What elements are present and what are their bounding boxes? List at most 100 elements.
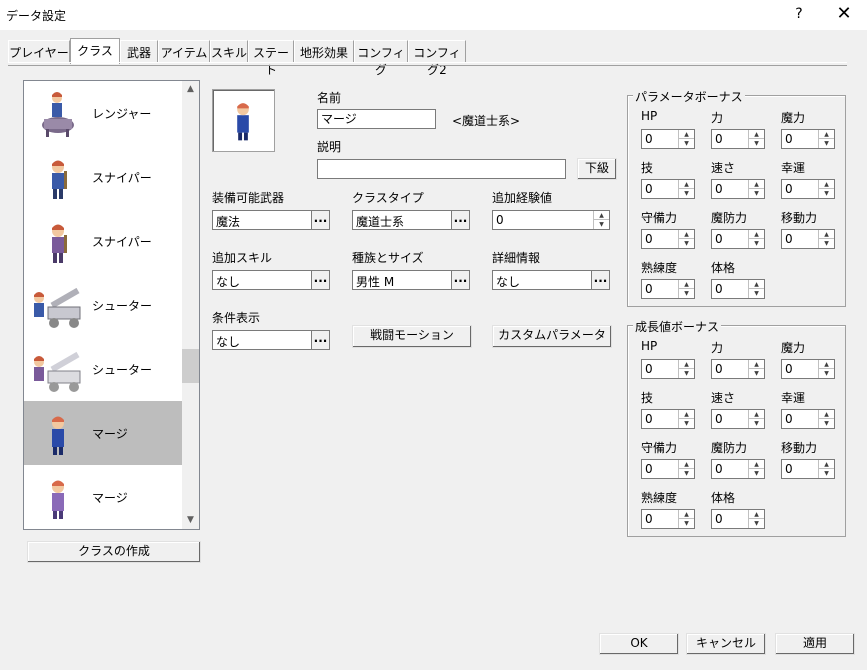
stat-spinner[interactable]: 0 ▲ ▼ [641, 409, 695, 429]
apply-button[interactable]: 適用 [775, 633, 855, 655]
spin-up-icon[interactable]: ▲ [679, 360, 694, 369]
scroll-down-icon[interactable]: ▼ [182, 512, 199, 529]
tab-terrain[interactable]: 地形効果 [294, 40, 354, 62]
tab-player[interactable]: プレイヤー [8, 40, 70, 62]
custom-parameter-button[interactable]: カスタムパラメータ [492, 325, 612, 348]
spin-down-icon[interactable]: ▼ [679, 289, 694, 298]
lower-class-button[interactable]: 下級 [577, 158, 617, 180]
description-input[interactable] [317, 159, 566, 179]
spin-up-icon[interactable]: ▲ [819, 230, 834, 239]
tab-config[interactable]: コンフィグ [354, 40, 408, 77]
spin-down-icon[interactable]: ▼ [679, 469, 694, 478]
stat-spinner[interactable]: 0 ▲ ▼ [641, 129, 695, 149]
tab-weapon[interactable]: 武器 [120, 40, 158, 62]
spin-up-icon[interactable]: ▲ [679, 180, 694, 189]
spin-up-icon[interactable]: ▲ [819, 460, 834, 469]
tab-skill[interactable]: スキル [210, 40, 248, 62]
stat-spinner[interactable]: 0 ▲ ▼ [711, 179, 765, 199]
spin-up-icon[interactable]: ▲ [819, 410, 834, 419]
name-input[interactable]: マージ [317, 109, 436, 129]
race-selector[interactable]: 男性 M ... [352, 270, 470, 290]
list-item[interactable]: レンジャー [24, 81, 182, 145]
spin-down-icon[interactable]: ▼ [749, 519, 764, 528]
stat-spinner[interactable]: 0 ▲ ▼ [641, 359, 695, 379]
spin-up-icon[interactable]: ▲ [679, 410, 694, 419]
spin-down-icon[interactable]: ▼ [819, 189, 834, 198]
skill-selector[interactable]: なし ... [212, 270, 330, 290]
spin-down-icon[interactable]: ▼ [679, 239, 694, 248]
spin-up-icon[interactable]: ▲ [749, 130, 764, 139]
battle-motion-button[interactable]: 戦闘モーション [352, 325, 472, 348]
spin-up-icon[interactable]: ▲ [749, 230, 764, 239]
spin-down-icon[interactable]: ▼ [819, 419, 834, 428]
stat-spinner[interactable]: 0 ▲ ▼ [711, 409, 765, 429]
spin-up-icon[interactable]: ▲ [749, 410, 764, 419]
stat-spinner[interactable]: 0 ▲ ▼ [781, 459, 835, 479]
ok-button[interactable]: OK [599, 633, 679, 655]
spin-up-icon[interactable]: ▲ [819, 180, 834, 189]
spin-up-icon[interactable]: ▲ [749, 460, 764, 469]
stat-spinner[interactable]: 0 ▲ ▼ [711, 359, 765, 379]
stat-spinner[interactable]: 0 ▲ ▼ [781, 229, 835, 249]
stat-spinner[interactable]: 0 ▲ ▼ [711, 279, 765, 299]
spin-down-icon[interactable]: ▼ [679, 369, 694, 378]
stat-spinner[interactable]: 0 ▲ ▼ [781, 129, 835, 149]
weapon-selector[interactable]: 魔法 ... [212, 210, 330, 230]
condition-browse-button[interactable]: ... [311, 331, 329, 349]
spin-up-icon[interactable]: ▲ [749, 280, 764, 289]
list-item[interactable]: スナイパー [24, 209, 182, 273]
spin-down-icon[interactable]: ▼ [749, 289, 764, 298]
tab-config2[interactable]: コンフィグ2 [408, 40, 466, 77]
spin-up-icon[interactable]: ▲ [819, 130, 834, 139]
spin-up-icon[interactable]: ▲ [594, 211, 609, 220]
create-class-button[interactable]: クラスの作成 [27, 541, 201, 563]
spin-down-icon[interactable]: ▼ [819, 239, 834, 248]
stat-spinner[interactable]: 0 ▲ ▼ [641, 179, 695, 199]
help-button[interactable]: ? [788, 4, 810, 24]
condition-selector[interactable]: なし ... [212, 330, 330, 350]
skill-browse-button[interactable]: ... [311, 271, 329, 289]
race-browse-button[interactable]: ... [451, 271, 469, 289]
cancel-button[interactable]: キャンセル [686, 633, 766, 655]
stat-spinner[interactable]: 0 ▲ ▼ [781, 359, 835, 379]
spin-down-icon[interactable]: ▼ [679, 139, 694, 148]
scroll-thumb[interactable] [182, 349, 199, 383]
spin-down-icon[interactable]: ▼ [679, 189, 694, 198]
class-list[interactable]: レンジャー スナイパー スナイパー シューター シューター マージ マージ ▲ … [23, 80, 200, 530]
exp-spinner[interactable]: 0 ▲ ▼ [492, 210, 610, 230]
spin-up-icon[interactable]: ▲ [679, 280, 694, 289]
list-item[interactable]: マージ [24, 465, 182, 529]
spin-down-icon[interactable]: ▼ [749, 189, 764, 198]
weapon-browse-button[interactable]: ... [311, 211, 329, 229]
list-item[interactable]: スナイパー [24, 145, 182, 209]
spin-down-icon[interactable]: ▼ [749, 139, 764, 148]
list-scrollbar[interactable]: ▲ ▼ [182, 81, 199, 529]
list-item[interactable]: シューター [24, 337, 182, 401]
spin-up-icon[interactable]: ▲ [679, 460, 694, 469]
spin-down-icon[interactable]: ▼ [819, 469, 834, 478]
info-browse-button[interactable]: ... [591, 271, 609, 289]
stat-spinner[interactable]: 0 ▲ ▼ [781, 409, 835, 429]
spin-down-icon[interactable]: ▼ [679, 519, 694, 528]
tab-item[interactable]: アイテム [158, 40, 210, 62]
spin-up-icon[interactable]: ▲ [819, 360, 834, 369]
spin-down-icon[interactable]: ▼ [749, 239, 764, 248]
spin-down-icon[interactable]: ▼ [749, 369, 764, 378]
spin-up-icon[interactable]: ▲ [749, 180, 764, 189]
spin-down-icon[interactable]: ▼ [819, 369, 834, 378]
stat-spinner[interactable]: 0 ▲ ▼ [781, 179, 835, 199]
list-item-selected[interactable]: マージ [24, 401, 182, 465]
tab-state[interactable]: ステート [248, 40, 294, 77]
class-portrait[interactable] [212, 89, 275, 152]
stat-spinner[interactable]: 0 ▲ ▼ [711, 459, 765, 479]
spin-down-icon[interactable]: ▼ [679, 419, 694, 428]
stat-spinner[interactable]: 0 ▲ ▼ [641, 229, 695, 249]
scroll-up-icon[interactable]: ▲ [182, 81, 199, 98]
class-type-selector[interactable]: 魔道士系 ... [352, 210, 470, 230]
spin-up-icon[interactable]: ▲ [679, 510, 694, 519]
stat-spinner[interactable]: 0 ▲ ▼ [641, 459, 695, 479]
info-selector[interactable]: なし ... [492, 270, 610, 290]
spin-up-icon[interactable]: ▲ [749, 360, 764, 369]
stat-spinner[interactable]: 0 ▲ ▼ [711, 229, 765, 249]
class-type-browse-button[interactable]: ... [451, 211, 469, 229]
